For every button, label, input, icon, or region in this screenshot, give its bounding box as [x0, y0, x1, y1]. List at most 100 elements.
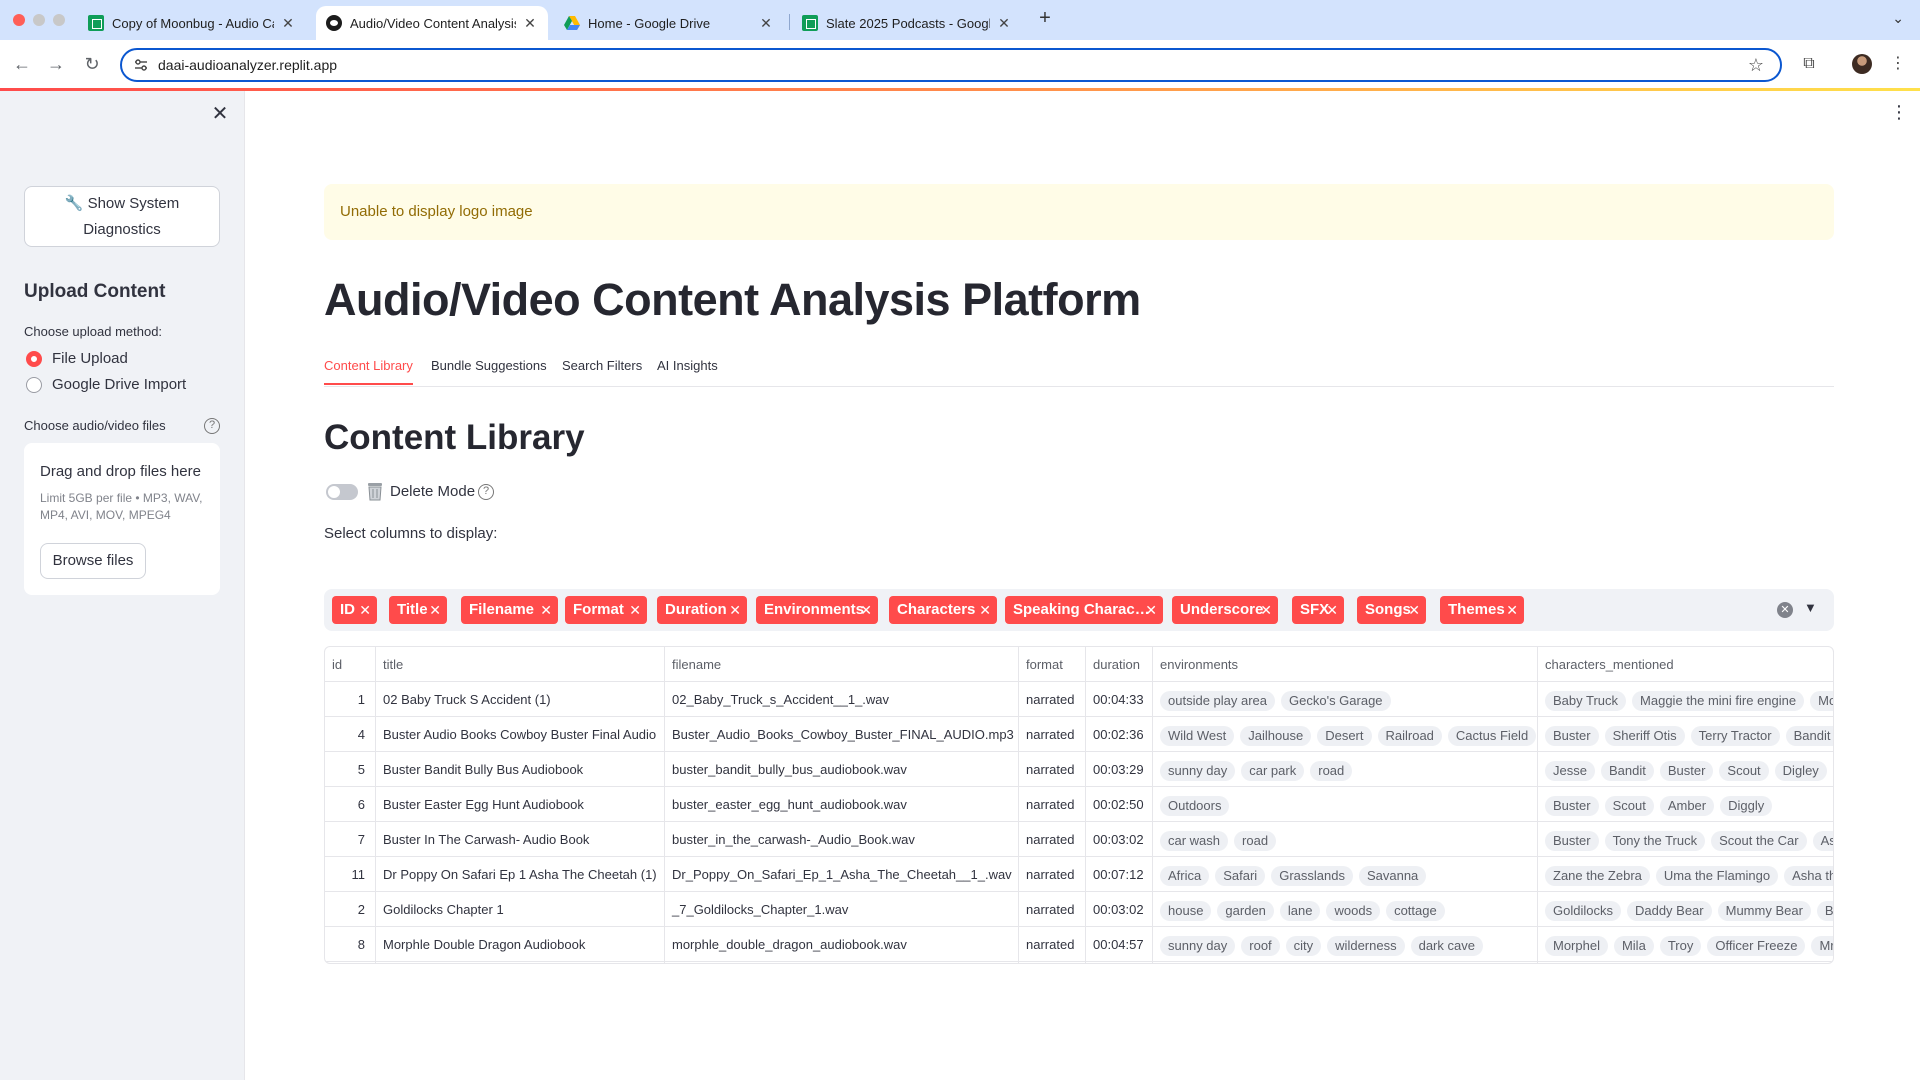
table-cell[interactable]: 8: [325, 927, 375, 962]
help-icon[interactable]: ?: [204, 418, 220, 434]
table-cell[interactable]: sunny day car park road: [1153, 752, 1537, 787]
minimize-window-button[interactable]: [33, 14, 45, 26]
close-sidebar-icon[interactable]: ✕: [210, 101, 230, 126]
table-cell[interactable]: Buster Easter Egg Hunt Audiobook: [376, 787, 664, 822]
back-arrow-icon[interactable]: ←: [10, 52, 34, 76]
table-cell[interactable]: Buster Bandit Bully Bus Audiobook: [376, 752, 664, 787]
browser-menu-icon[interactable]: ⋮: [1886, 52, 1910, 76]
table-cell[interactable]: 02 Baby Truck S Accident (1): [376, 682, 664, 717]
remove-chip-icon[interactable]: ✕: [1326, 596, 1338, 624]
table-cell[interactable]: Zane the ZebraUma the FlamingoAsha the: [1538, 857, 1833, 892]
table-cell[interactable]: 00:04:57: [1086, 927, 1152, 962]
column-header[interactable]: format: [1019, 647, 1085, 682]
remove-chip-icon[interactable]: ✕: [1260, 596, 1272, 624]
remove-chip-icon[interactable]: ✕: [1506, 596, 1518, 624]
table-cell[interactable]: buster_bandit_bully_bus_audiobook.wav: [665, 752, 1018, 787]
table-cell[interactable]: 4: [325, 717, 375, 752]
profile-avatar[interactable]: [1852, 54, 1872, 74]
table-cell[interactable]: Buster Scout Amber Diggly: [1538, 787, 1833, 822]
remove-chip-icon[interactable]: ✕: [359, 596, 371, 624]
table-cell[interactable]: house garden lane woods cottage: [1153, 892, 1537, 927]
table-cell[interactable]: Dr Poppy On Safari Ep 1 Asha The Cheetah…: [376, 857, 664, 892]
column-chip-sfx[interactable]: SFX ✕: [1292, 596, 1344, 624]
column-chip-format[interactable]: Format ✕: [565, 596, 647, 624]
reload-icon[interactable]: ↻: [80, 52, 104, 76]
browser-tab-3[interactable]: Home - Google Drive ✕: [554, 6, 784, 40]
remove-chip-icon[interactable]: ✕: [429, 596, 441, 624]
site-settings-icon[interactable]: [134, 58, 148, 72]
table-cell[interactable]: Wild West Jailhouse Desert Railroad Cactus F…: [1153, 717, 1537, 752]
browser-tab-1[interactable]: Copy of Moonbug - Audio Ca ✕: [78, 6, 306, 40]
show-system-diagnostics-button[interactable]: 🔧 Show System Diagnostics: [24, 186, 220, 247]
table-cell[interactable]: Buster Audio Books Cowboy Buster Final A…: [376, 717, 664, 752]
table-cell[interactable]: narrated: [1019, 892, 1085, 927]
tab-ai-insights[interactable]: AI Insights: [657, 358, 718, 383]
forward-arrow-icon[interactable]: →: [44, 52, 68, 76]
column-chip-characters[interactable]: Characters ✕: [889, 596, 997, 624]
table-cell[interactable]: 00:03:02: [1086, 892, 1152, 927]
table-cell[interactable]: Morphle Double Dragon Audiobook: [376, 927, 664, 962]
column-chip-duration[interactable]: Duration ✕: [657, 596, 747, 624]
help-icon[interactable]: ?: [478, 484, 494, 500]
table-cell[interactable]: sunny day roof city wilderness dark cave: [1153, 927, 1537, 962]
table-cell[interactable]: BusterTony the TruckScout the CarAsh: [1538, 822, 1833, 857]
column-chip-songs[interactable]: Songs ✕: [1357, 596, 1426, 624]
delete-mode-toggle[interactable]: [326, 484, 358, 500]
table-cell[interactable]: Baby TruckMaggie the mini fire engineMo: [1538, 682, 1833, 717]
table-cell[interactable]: 6: [325, 787, 375, 822]
table-cell[interactable]: morphle_double_dragon_audiobook.wav: [665, 927, 1018, 962]
column-header[interactable]: characters_mentioned: [1538, 647, 1833, 682]
table-cell[interactable]: Dr_Poppy_On_Safari_Ep_1_Asha_The_Cheetah…: [665, 857, 1018, 892]
tab-search-chevron-icon[interactable]: ⌄: [1892, 10, 1904, 27]
table-cell[interactable]: narrated: [1019, 682, 1085, 717]
column-chip-filename[interactable]: Filename ✕: [461, 596, 558, 624]
table-cell[interactable]: 7: [325, 822, 375, 857]
chevron-down-icon[interactable]: ▼: [1804, 600, 1817, 615]
table-cell[interactable]: BusterSheriff OtisTerry TractorBandit I: [1538, 717, 1833, 752]
close-icon[interactable]: ✕: [280, 15, 296, 32]
browser-tab-4[interactable]: Slate 2025 Podcasts - Googl ✕: [792, 6, 1022, 40]
radio-google-drive-import[interactable]: Google Drive Import: [26, 376, 186, 393]
column-chip-underscore[interactable]: Underscore ✕: [1172, 596, 1278, 624]
radio-file-upload[interactable]: File Upload: [26, 350, 128, 367]
close-icon[interactable]: ✕: [758, 15, 774, 32]
column-chip-themes[interactable]: Themes ✕: [1440, 596, 1524, 624]
browser-tab-2-active[interactable]: Audio/Video Content Analysis ✕: [316, 6, 548, 40]
table-cell[interactable]: narrated: [1019, 752, 1085, 787]
column-header[interactable]: title: [376, 647, 664, 682]
column-chip-title[interactable]: Title ✕: [389, 596, 447, 624]
table-cell[interactable]: MorphelMilaTroyOfficer FreezeMr. V: [1538, 927, 1833, 962]
remove-chip-icon[interactable]: ✕: [979, 596, 991, 624]
table-cell[interactable]: narrated: [1019, 822, 1085, 857]
clear-all-icon[interactable]: ✕: [1777, 602, 1793, 618]
close-icon[interactable]: ✕: [522, 15, 538, 32]
table-cell[interactable]: Africa Safari Grasslands Savanna: [1153, 857, 1537, 892]
table-cell[interactable]: 11: [325, 857, 375, 892]
column-multiselect[interactable]: ID ✕ Title ✕ Filename ✕ Format ✕ Duration ✕ E…: [324, 589, 1834, 631]
table-cell[interactable]: 1: [325, 682, 375, 717]
table-cell[interactable]: JesseBanditBusterScoutDigleyG: [1538, 752, 1833, 787]
app-menu-icon[interactable]: ⋮: [1890, 102, 1908, 123]
table-cell[interactable]: narrated: [1019, 857, 1085, 892]
table-cell[interactable]: 2: [325, 892, 375, 927]
table-cell[interactable]: 00:04:33: [1086, 682, 1152, 717]
table-cell[interactable]: narrated: [1019, 927, 1085, 962]
table-cell[interactable]: GoldilocksDaddy BearMummy BearBa: [1538, 892, 1833, 927]
maximize-window-button[interactable]: [53, 14, 65, 26]
remove-chip-icon[interactable]: ✕: [1145, 596, 1157, 624]
column-chip-speaking-characters[interactable]: Speaking Charac… ✕: [1005, 596, 1163, 624]
table-cell[interactable]: Outdoors: [1153, 787, 1537, 822]
address-bar[interactable]: daai-audioanalyzer.replit.app ☆: [120, 48, 1782, 82]
table-cell[interactable]: 5: [325, 752, 375, 787]
table-cell[interactable]: car wash road: [1153, 822, 1537, 857]
close-window-button[interactable]: [13, 14, 25, 26]
table-cell[interactable]: outside play area Gecko's Garage: [1153, 682, 1537, 717]
remove-chip-icon[interactable]: ✕: [629, 596, 641, 624]
new-tab-button[interactable]: +: [1034, 8, 1056, 30]
remove-chip-icon[interactable]: ✕: [860, 596, 872, 624]
table-cell[interactable]: narrated: [1019, 787, 1085, 822]
tab-bundle-suggestions[interactable]: Bundle Suggestions: [431, 358, 547, 383]
column-chip-id[interactable]: ID ✕: [332, 596, 377, 624]
table-cell[interactable]: Buster_Audio_Books_Cowboy_Buster_FINAL_A…: [665, 717, 1018, 752]
table-cell[interactable]: 00:02:36: [1086, 717, 1152, 752]
